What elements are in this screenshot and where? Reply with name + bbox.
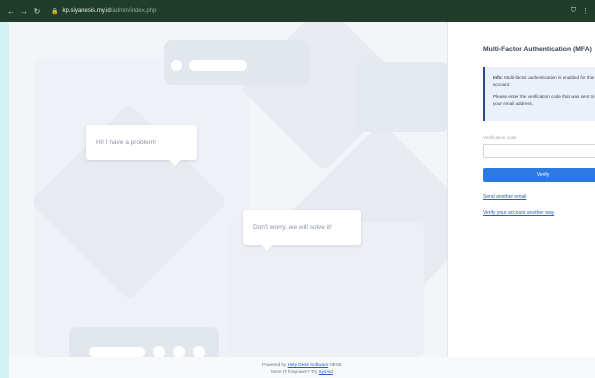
browser-toolbar: ← → ↻ 🔒 kp.siyanesis.my.id /admin/index.…	[0, 0, 595, 22]
menu-icon[interactable]: ⋮	[582, 7, 589, 15]
address-bar[interactable]: 🔒 kp.siyanesis.my.id /admin/index.php	[51, 8, 156, 15]
url-host: kp.siyanesis.my.id	[62, 8, 111, 14]
page-title: Multi-Factor Authentication (MFA)	[483, 46, 592, 53]
decor-dot	[153, 346, 165, 357]
decor-pill	[89, 347, 145, 357]
reload-icon[interactable]: ↻	[32, 6, 42, 16]
info-text-2: Please enter the verification code that …	[493, 94, 595, 107]
forward-icon[interactable]: →	[19, 6, 29, 16]
lock-icon: 🔒	[51, 8, 59, 15]
background-illustration: Hi! I have a problem! Don't worry, we wi…	[9, 22, 447, 357]
bubble-problem: Hi! I have a problem!	[86, 125, 197, 160]
footer: Powered by Help Desk Software HESK More …	[9, 357, 595, 378]
verify-another-way-link[interactable]: Verify your account another way	[483, 210, 595, 216]
back-icon[interactable]: ←	[6, 6, 16, 16]
bubble-solve: Don't worry, we will solve it!	[243, 210, 361, 245]
sysaid-link[interactable]: SysAid	[319, 369, 333, 374]
url-path: /admin/index.php	[110, 8, 157, 14]
footer-line2: More IT firepower? Try	[271, 369, 319, 375]
verify-button[interactable]: Verify	[483, 168, 595, 182]
info-box: Info: Multi-factor authentication is ena…	[483, 67, 595, 121]
info-text: Multi-factor authentication is enabled f…	[493, 75, 595, 88]
decor-shape	[354, 62, 447, 132]
decor-dot	[193, 346, 205, 357]
send-another-email-link[interactable]: Send another email	[483, 194, 595, 200]
shield-icon[interactable]: ⛉	[571, 7, 576, 15]
footer-brand: HESK	[328, 362, 342, 367]
info-label: Info:	[493, 75, 503, 80]
verification-code-input[interactable]	[483, 144, 595, 158]
decor-dot	[173, 346, 185, 357]
footer-powered-by: Powered by	[262, 362, 288, 367]
decor-pill	[189, 60, 247, 71]
page: Hi! I have a problem! Don't worry, we wi…	[9, 22, 595, 378]
mfa-panel: Multi-Factor Authentication (MFA) Info: …	[447, 22, 595, 357]
helpdesk-software-link[interactable]: Help Desk Software	[288, 362, 329, 367]
decor-dot	[171, 60, 182, 71]
verification-code-label: Verification code	[483, 135, 517, 140]
